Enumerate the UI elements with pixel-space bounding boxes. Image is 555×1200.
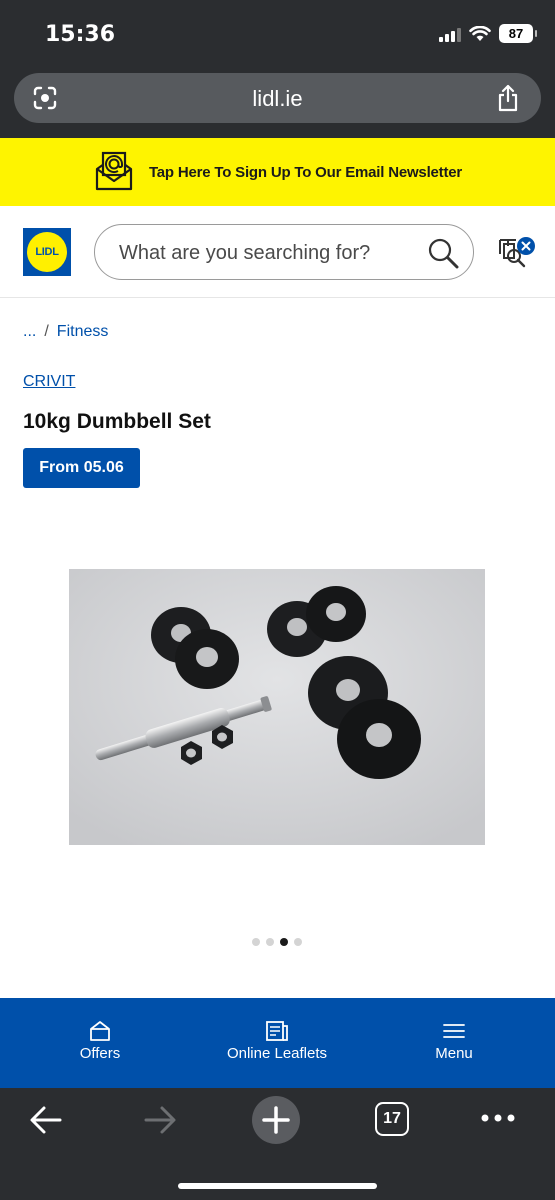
product-image[interactable] bbox=[69, 569, 485, 845]
address-bar[interactable]: lidl.ie bbox=[14, 73, 541, 123]
home-indicator[interactable] bbox=[178, 1183, 377, 1189]
search-placeholder: What are you searching for? bbox=[119, 242, 371, 264]
nav-offers[interactable]: Offers bbox=[25, 1020, 175, 1063]
tab-switcher-button[interactable]: 17 bbox=[375, 1102, 409, 1136]
newsletter-text[interactable]: Tap Here To Sign Up To Our Email Newslet… bbox=[149, 164, 462, 181]
logo-text: LIDL bbox=[35, 246, 59, 258]
breadcrumb-fitness-link[interactable]: Fitness bbox=[57, 323, 109, 340]
battery-indicator: 87 bbox=[499, 24, 537, 43]
nav-online-leaflets[interactable]: Online Leaflets bbox=[202, 1020, 352, 1063]
new-tab-plus-icon[interactable] bbox=[252, 1096, 300, 1144]
brand-link[interactable]: CRIVIT bbox=[23, 373, 75, 391]
nav-online-leaflets-label: Online Leaflets bbox=[226, 1045, 328, 1062]
nav-menu[interactable]: Menu bbox=[379, 1020, 529, 1063]
carousel-dot-active[interactable] bbox=[280, 938, 288, 946]
availability-badge: From 05.06 bbox=[23, 448, 140, 488]
bottom-navigation: Offers Online Leaflets Menu bbox=[0, 998, 555, 1088]
product-content: ... / Fitness CRIVIT 10kg Dumbbell Set Fro… bbox=[0, 298, 555, 998]
newsletter-banner[interactable]: Tap Here To Sign Up To Our Email Newslet… bbox=[0, 138, 555, 206]
leaflet-icon bbox=[266, 1021, 288, 1041]
site-header: LIDL What are you searching for? bbox=[0, 206, 555, 298]
status-time: 15:36 bbox=[45, 22, 116, 47]
carousel-dot[interactable] bbox=[266, 938, 274, 946]
breadcrumb: ... / Fitness bbox=[23, 323, 108, 341]
carousel-dot[interactable] bbox=[294, 938, 302, 946]
signal-icon bbox=[439, 26, 461, 42]
carousel-dot[interactable] bbox=[252, 938, 260, 946]
breadcrumb-separator: / bbox=[44, 323, 49, 340]
search-icon[interactable] bbox=[427, 237, 459, 269]
email-newsletter-icon bbox=[95, 151, 133, 191]
wifi-icon bbox=[469, 25, 491, 41]
breadcrumb-ellipsis[interactable]: ... bbox=[23, 323, 36, 340]
logo-circle: LIDL bbox=[27, 232, 67, 272]
back-arrow-icon[interactable] bbox=[28, 1102, 64, 1138]
search-input[interactable]: What are you searching for? bbox=[94, 224, 474, 280]
nav-offers-label: Offers bbox=[79, 1045, 121, 1062]
product-compare-icon[interactable] bbox=[496, 234, 536, 270]
share-icon[interactable] bbox=[495, 84, 521, 112]
offers-icon bbox=[90, 1021, 110, 1041]
status-icons: 87 bbox=[439, 24, 537, 43]
nav-menu-label: Menu bbox=[435, 1045, 473, 1062]
lidl-logo[interactable]: LIDL bbox=[23, 228, 71, 276]
page: 15:36 87 lidl.ie Tap Here To Sign Up To … bbox=[0, 0, 555, 1200]
carousel-dots bbox=[252, 938, 302, 946]
url-text[interactable]: lidl.ie bbox=[14, 86, 541, 112]
more-options-icon[interactable] bbox=[480, 1110, 516, 1126]
menu-icon bbox=[443, 1024, 465, 1038]
product-title: 10kg Dumbbell Set bbox=[23, 410, 211, 433]
forward-arrow-icon[interactable] bbox=[142, 1102, 178, 1138]
status-bar: 15:36 87 bbox=[0, 0, 555, 70]
dumbbell-set-photo bbox=[69, 569, 485, 845]
